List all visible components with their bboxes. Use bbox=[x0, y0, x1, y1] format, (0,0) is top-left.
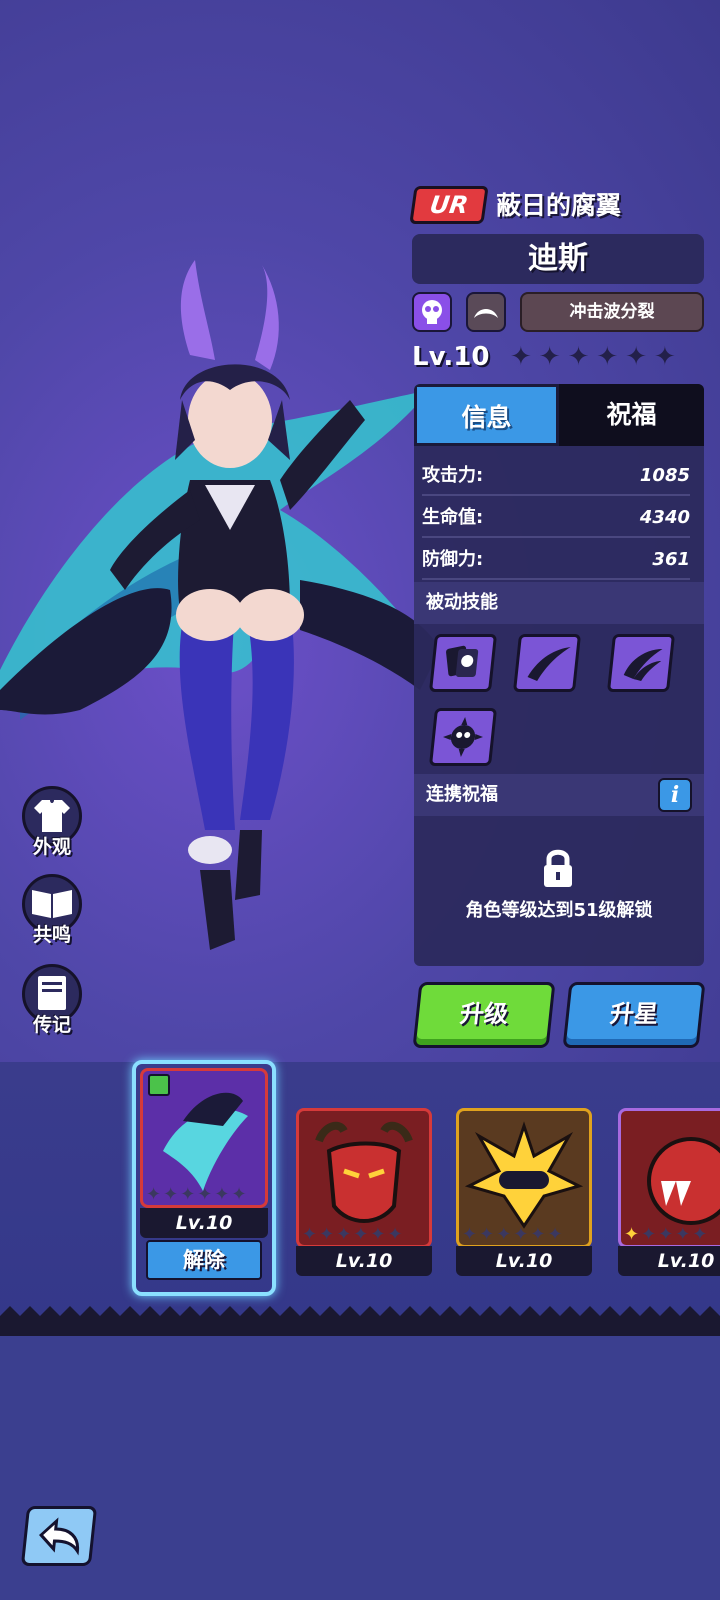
stat-defense: 防御力: 361 bbox=[422, 540, 690, 580]
unlock-requirement: 角色等级达到51级解锁 bbox=[465, 900, 653, 921]
star-icon: ✦ bbox=[625, 342, 647, 372]
card-level: Lv.10 bbox=[140, 1208, 268, 1238]
card-level: Lv.10 bbox=[618, 1246, 720, 1276]
tab-blessing[interactable]: 祝福 bbox=[559, 384, 704, 446]
stat-label: 攻击力: bbox=[422, 465, 484, 486]
stat-value: 4340 bbox=[639, 507, 690, 528]
side-button-label: 外观 bbox=[32, 836, 71, 858]
weapon-level: Lv.10 bbox=[412, 342, 490, 372]
rarity-badge: UR bbox=[409, 186, 489, 224]
card-stars: ✦ ✦ ✦ ✦ ✦ ✦ bbox=[302, 1224, 403, 1245]
side-button-label: 共鸣 bbox=[32, 924, 71, 946]
back-arrow-icon bbox=[38, 1517, 79, 1556]
card-stars: ✦ ✦ ✦ ✦ ✦ ✦ bbox=[146, 1184, 247, 1205]
weapon-card[interactable]: ✦ ✦ ✦ ✦ ✦ Lv.10 bbox=[618, 1108, 720, 1276]
wing-icon[interactable] bbox=[466, 292, 506, 332]
card-level: Lv.10 bbox=[296, 1246, 432, 1276]
stat-value: 1085 bbox=[639, 465, 690, 486]
star-up-button[interactable]: 升星 bbox=[562, 982, 706, 1048]
card-stars: ✦ ✦ ✦ ✦ ✦ bbox=[624, 1224, 708, 1245]
side-button-label: 传记 bbox=[32, 1014, 71, 1036]
stat-label: 防御力: bbox=[422, 549, 484, 570]
weapon-card[interactable]: ✦ ✦ ✦ ✦ ✦ ✦ Lv.10 bbox=[456, 1108, 592, 1276]
star-icon: ✦ bbox=[653, 342, 676, 372]
unequip-button[interactable]: 解除 bbox=[146, 1240, 262, 1280]
weapon-title: 蔽日的腐翼 bbox=[496, 191, 622, 220]
info-button[interactable]: i bbox=[658, 778, 692, 812]
card-stars: ✦ ✦ ✦ ✦ ✦ ✦ bbox=[462, 1224, 563, 1245]
wing-slash-icon[interactable] bbox=[606, 634, 676, 692]
info-panel: 信息 祝福 攻击力: 1085 生命值: 4340 防御力: 361 被动技能 … bbox=[414, 384, 704, 966]
lock-icon bbox=[544, 849, 572, 887]
character-name: 迪斯 bbox=[412, 234, 704, 284]
tab-info[interactable]: 信息 bbox=[414, 384, 559, 446]
passive-skills-header: 被动技能 bbox=[414, 582, 704, 624]
resonance-button[interactable]: 共鸣 bbox=[18, 874, 86, 946]
star-icon: ✦ bbox=[596, 342, 619, 372]
stat-hp: 生命值: 4340 bbox=[422, 498, 690, 538]
back-button[interactable] bbox=[20, 1506, 98, 1566]
skull-icon[interactable] bbox=[412, 292, 452, 332]
star-icon: ✦ bbox=[538, 342, 561, 372]
weapon-card[interactable]: ✦ ✦ ✦ ✦ ✦ ✦ Lv.10 bbox=[296, 1108, 432, 1276]
star-rating: ✦ ✦ ✦ ✦ ✦ ✦ bbox=[510, 344, 676, 370]
upgrade-button[interactable]: 升级 bbox=[412, 982, 556, 1048]
spiked-bomb-icon[interactable] bbox=[428, 708, 498, 766]
cards-skull-icon[interactable] bbox=[428, 634, 498, 692]
strip-divider bbox=[0, 1306, 720, 1336]
skill-tag[interactable]: 冲击波分裂 bbox=[520, 292, 704, 332]
stat-attack: 攻击力: 1085 bbox=[422, 456, 690, 496]
star-icon: ✦ bbox=[567, 342, 590, 372]
biography-button[interactable]: 传记 bbox=[18, 964, 86, 1036]
stat-value: 361 bbox=[652, 549, 690, 570]
card-level: Lv.10 bbox=[456, 1246, 592, 1276]
appearance-button[interactable]: 外观 bbox=[18, 786, 86, 858]
equipped-icon bbox=[148, 1074, 170, 1096]
stat-label: 生命值: bbox=[422, 507, 484, 528]
panel-tabs: 信息 祝福 bbox=[414, 384, 704, 446]
claw-slash-icon[interactable] bbox=[512, 634, 582, 692]
star-icon: ✦ bbox=[510, 342, 532, 372]
